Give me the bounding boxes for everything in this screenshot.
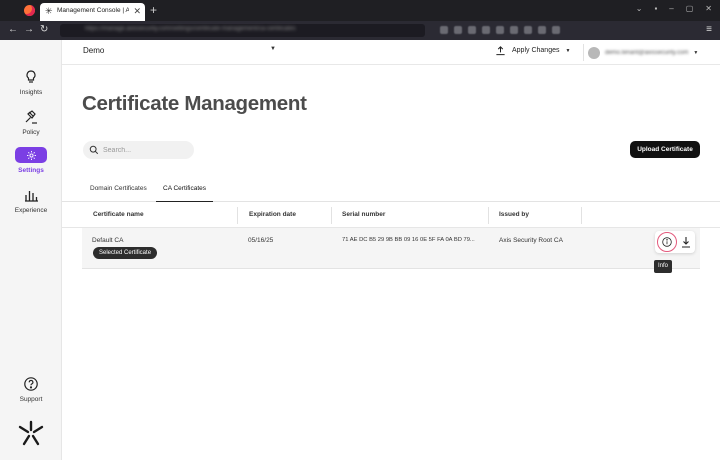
apply-changes-button[interactable]: Apply Changes ▼ bbox=[495, 45, 570, 56]
help-circle-icon bbox=[24, 377, 38, 391]
divider bbox=[583, 44, 584, 61]
expiration-date: 05/16/25 bbox=[248, 237, 274, 244]
sidebar-item-experience[interactable]: Experience bbox=[0, 187, 62, 214]
bar-chart-icon bbox=[25, 191, 38, 202]
row-actions bbox=[655, 231, 695, 253]
serial-number: 71 AE DC B5 29 9B BB 09 16 0E 5F FA 0A B… bbox=[342, 237, 475, 243]
sidebar-item-label: Experience bbox=[14, 207, 48, 214]
forward-icon[interactable]: → bbox=[24, 24, 34, 36]
extension-icon[interactable] bbox=[496, 26, 504, 34]
column-separator bbox=[581, 207, 582, 224]
caret-down-icon: ▼ bbox=[565, 47, 571, 54]
certificate-name: Default CA bbox=[92, 237, 124, 244]
column-separator bbox=[488, 207, 489, 224]
gear-icon bbox=[26, 150, 36, 160]
column-header[interactable]: Certificate name bbox=[93, 211, 144, 218]
browser-tab-bar: ✳ Management Console | Axis Se ✕ + ⌄ ▪ –… bbox=[0, 0, 720, 21]
firefox-logo-icon bbox=[24, 5, 35, 16]
column-separator bbox=[237, 207, 238, 224]
status-badge: Selected Certificate bbox=[93, 247, 158, 259]
column-separator bbox=[331, 207, 332, 224]
tab-ca-certificates[interactable]: CA Certificates bbox=[156, 185, 213, 202]
extension-icon[interactable] bbox=[482, 26, 490, 34]
user-email: demo.tenant@axissecurity.com bbox=[605, 49, 689, 56]
caret-down-icon: ▼ bbox=[693, 49, 699, 56]
sidebar-item-label: Support bbox=[19, 396, 43, 403]
top-bar: Demo ▼ Apply Changes ▼ demo.tenant@axiss… bbox=[62, 40, 720, 65]
sidebar-item-support[interactable]: Support bbox=[0, 376, 62, 403]
table-row[interactable]: Default CA Selected Certificate 05/16/25… bbox=[82, 228, 700, 269]
extension-icon[interactable] bbox=[538, 26, 546, 34]
browser-toolbar: ← → ↻ https://manage.axissecurity.com/se… bbox=[0, 21, 720, 40]
caret-down-icon[interactable]: ▼ bbox=[270, 46, 276, 52]
gavel-icon bbox=[25, 110, 37, 124]
axis-logo-icon bbox=[18, 420, 44, 446]
profile-icon[interactable]: ▪ bbox=[654, 4, 657, 13]
browser-tab[interactable]: ✳ Management Console | Axis Se ✕ bbox=[40, 3, 145, 21]
upload-certificate-button[interactable]: Upload Certificate bbox=[630, 141, 700, 158]
column-header[interactable]: Expiration date bbox=[249, 211, 296, 218]
certificates-table: Certificate name Expiration date Serial … bbox=[62, 203, 720, 269]
search-icon bbox=[89, 145, 99, 155]
table-header: Certificate name Expiration date Serial … bbox=[62, 203, 720, 228]
extension-icon[interactable] bbox=[454, 26, 462, 34]
info-icon bbox=[662, 237, 672, 247]
maximize-icon[interactable]: ▢ bbox=[686, 4, 694, 13]
extension-icon[interactable] bbox=[524, 26, 532, 34]
tab-title: Management Console | Axis Se bbox=[57, 7, 129, 14]
tab-domain-certificates[interactable]: Domain Certificates bbox=[90, 185, 147, 202]
download-icon[interactable] bbox=[679, 234, 693, 250]
new-tab-button[interactable]: + bbox=[150, 3, 157, 17]
sidebar-item-label: Insights bbox=[19, 89, 43, 96]
certificate-tabs: Domain Certificates CA Certificates bbox=[62, 180, 720, 202]
user-menu[interactable]: demo.tenant@axissecurity.com ▼ bbox=[588, 44, 715, 61]
sidebar-item-policy[interactable]: Policy bbox=[0, 109, 62, 136]
active-indicator bbox=[15, 147, 47, 163]
sidebar-item-insights[interactable]: Insights bbox=[0, 69, 62, 96]
axis-favicon-icon: ✳ bbox=[45, 6, 53, 16]
lightbulb-icon bbox=[26, 70, 36, 83]
minimize-icon[interactable]: – bbox=[669, 4, 673, 13]
extension-icon[interactable] bbox=[468, 26, 476, 34]
extension-icon[interactable] bbox=[552, 26, 560, 34]
tenant-selector[interactable]: Demo bbox=[83, 46, 104, 55]
info-tooltip: Info bbox=[654, 260, 673, 273]
info-button[interactable] bbox=[657, 232, 677, 252]
browser-menu-icon[interactable]: ≡ bbox=[706, 24, 712, 35]
column-header[interactable]: Issued by bbox=[499, 211, 529, 218]
back-icon[interactable]: ← bbox=[8, 24, 18, 36]
column-header[interactable]: Serial number bbox=[342, 211, 385, 218]
sidebar-item-label: Policy bbox=[22, 129, 40, 136]
sidebar: Insights Policy Settings Experience Supp… bbox=[0, 40, 62, 460]
upload-icon bbox=[496, 46, 505, 56]
window-controls: ⌄ ▪ – ▢ ✕ bbox=[636, 4, 712, 13]
search-box[interactable] bbox=[83, 141, 194, 159]
page-title: Certificate Management bbox=[82, 92, 307, 115]
avatar bbox=[588, 46, 600, 59]
sidebar-item-settings[interactable]: Settings bbox=[0, 147, 62, 174]
apply-changes-label: Apply Changes bbox=[512, 47, 560, 54]
sidebar-item-label: Settings bbox=[18, 167, 44, 174]
reload-icon[interactable]: ↻ bbox=[40, 24, 48, 36]
issued-by: Axis Security Root CA bbox=[499, 237, 563, 244]
tab-list-icon[interactable]: ⌄ bbox=[636, 4, 643, 13]
close-tab-icon[interactable]: ✕ bbox=[133, 6, 141, 16]
extension-icon[interactable] bbox=[440, 26, 448, 34]
url-text[interactable]: https://manage.axissecurity.com/settings… bbox=[85, 26, 415, 32]
search-input[interactable] bbox=[103, 145, 188, 155]
extension-icons bbox=[440, 26, 560, 34]
close-window-icon[interactable]: ✕ bbox=[705, 4, 712, 13]
extension-icon[interactable] bbox=[510, 26, 518, 34]
